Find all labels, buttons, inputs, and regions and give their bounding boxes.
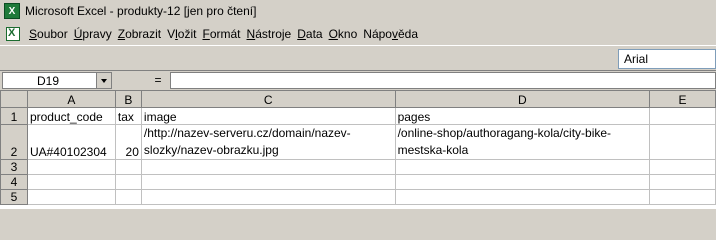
menu-format[interactable]: Formát — [199, 27, 243, 41]
cell-a1[interactable]: product_code — [26, 107, 116, 125]
cell-c3[interactable] — [140, 159, 396, 175]
cell-a2[interactable]: UA#40102304 — [26, 124, 116, 160]
menu-zobrazit[interactable]: Zobrazit — [115, 27, 164, 41]
menu-soubor[interactable]: Soubor — [26, 27, 71, 41]
cell-c5[interactable] — [140, 189, 396, 205]
cell-e2[interactable] — [649, 124, 716, 160]
name-box[interactable]: D19 — [2, 72, 112, 89]
cell-d2[interactable]: /online-shop/authoragang-kola/city-bike-… — [394, 124, 651, 160]
cell-c4[interactable] — [140, 174, 396, 190]
column-header-b[interactable]: B — [114, 90, 142, 108]
menu-data[interactable]: Data — [294, 27, 325, 41]
name-box-dropdown-icon[interactable] — [96, 73, 111, 88]
window-title: Microsoft Excel - produkty-12 [jen pro č… — [25, 4, 257, 18]
row-header-2[interactable]: 2 — [0, 124, 28, 160]
column-header-d[interactable]: D — [394, 90, 651, 108]
cell-e5[interactable] — [649, 189, 716, 205]
font-name-box[interactable]: Arial — [618, 49, 716, 69]
column-header-a[interactable]: A — [26, 90, 116, 108]
cell-a4[interactable] — [26, 174, 116, 190]
menu-upravy[interactable]: Úpravy — [71, 27, 115, 41]
cell-e1[interactable] — [649, 107, 716, 125]
select-all-corner[interactable] — [0, 90, 28, 108]
cell-b5[interactable] — [114, 189, 142, 205]
title-bar: X Microsoft Excel - produkty-12 [jen pro… — [0, 0, 716, 22]
cell-a5[interactable] — [26, 189, 116, 205]
formula-equals-label: = — [154, 73, 162, 87]
cell-c1[interactable]: image — [140, 107, 396, 125]
workbook-icon[interactable] — [4, 26, 22, 43]
cell-b3[interactable] — [114, 159, 142, 175]
cell-d4[interactable] — [394, 174, 651, 190]
cell-b2[interactable]: 20 — [114, 124, 142, 160]
column-header-e[interactable]: E — [649, 90, 716, 108]
menu-nastroje[interactable]: Nástroje — [244, 27, 295, 41]
cell-c2[interactable]: /http://nazev-serveru.cz/domain/nazev-sl… — [140, 124, 396, 160]
cell-reference: D19 — [37, 74, 60, 88]
cell-e3[interactable] — [649, 159, 716, 175]
formula-bar: D19 = — [0, 72, 716, 90]
row-header-3[interactable]: 3 — [0, 159, 28, 175]
row-header-5[interactable]: 5 — [0, 189, 28, 205]
excel-app-icon: X — [4, 3, 20, 19]
column-header-c[interactable]: C — [140, 90, 396, 108]
cell-d3[interactable] — [394, 159, 651, 175]
cell-e4[interactable] — [649, 174, 716, 190]
menu-bar: Soubor Úpravy Zobrazit Vložit Formát Nás… — [0, 23, 716, 46]
menu-napoveda[interactable]: Nápověda — [360, 27, 421, 41]
cell-b4[interactable] — [114, 174, 142, 190]
formatting-toolbar: Arial — [0, 47, 716, 71]
menu-vlozit[interactable]: Vložit — [164, 27, 199, 41]
cell-d5[interactable] — [394, 189, 651, 205]
cell-a3[interactable] — [26, 159, 116, 175]
formula-input[interactable] — [170, 72, 716, 89]
row-header-1[interactable]: 1 — [0, 107, 28, 125]
worksheet-grid: A B C D E 1 product_code tax image pages… — [0, 90, 716, 209]
cell-b1[interactable]: tax — [114, 107, 142, 125]
row-header-4[interactable]: 4 — [0, 174, 28, 190]
cell-d1[interactable]: pages — [394, 107, 651, 125]
menu-okno[interactable]: Okno — [326, 27, 361, 41]
